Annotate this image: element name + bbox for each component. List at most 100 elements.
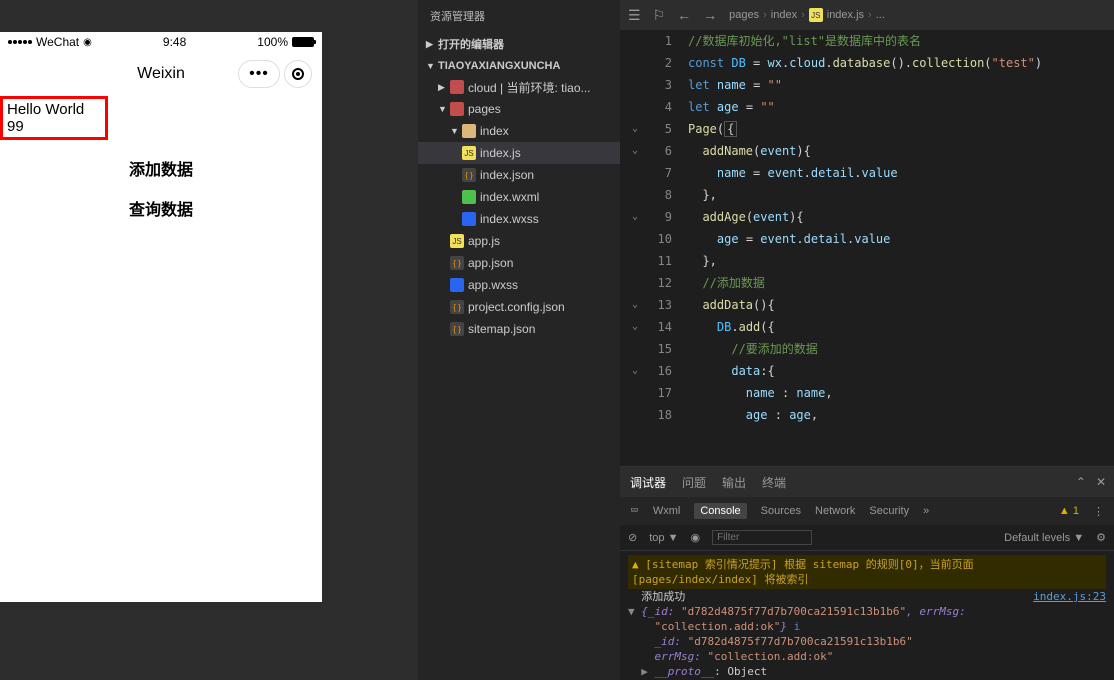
live-expression-icon[interactable]: ◉ — [690, 531, 700, 544]
tab-sources[interactable]: Sources — [761, 505, 801, 517]
code-line[interactable]: let age = "" — [680, 96, 1114, 118]
tab-problems[interactable]: 问题 — [682, 474, 706, 491]
wxss-icon — [462, 212, 476, 226]
debug-tabs: 调试器 问题 输出 终端 ⌃ ✕ — [620, 467, 1114, 497]
filter-input[interactable] — [712, 530, 812, 545]
tab-debugger[interactable]: 调试器 — [630, 474, 666, 491]
tree-file-projectconfig[interactable]: { }project.config.json — [418, 296, 620, 318]
console-prop: errMsg: "collection.add:ok" — [628, 649, 1106, 664]
code-line[interactable]: age : age, — [680, 404, 1114, 426]
code-line[interactable]: addData(){ — [680, 294, 1114, 316]
project-section[interactable]: ▼TIAOYAXIANGXUNCHA — [418, 56, 620, 76]
code-line[interactable]: //数据库初始化,"list"是数据库中的表名 — [680, 30, 1114, 52]
menu-icon[interactable]: ⋮ — [1093, 505, 1104, 518]
tree-folder-index[interactable]: ▼index — [418, 120, 620, 142]
tab-wxml[interactable]: Wxml — [653, 505, 681, 517]
nav-bar: Weixin ••• — [0, 52, 322, 96]
phone-frame: WeChat ◉ 9:48 100% Weixin ••• Hello Worl — [0, 32, 322, 602]
log-levels-selector[interactable]: Default levels ▼ — [1004, 532, 1084, 544]
editor-toolbar: ☰ ⚐ ← → pages› index› JS index.js› ... — [620, 0, 1114, 30]
code-line[interactable]: }, — [680, 250, 1114, 272]
js-icon: JS — [450, 234, 464, 248]
console-proto[interactable]: ▶ __proto__: Object — [628, 664, 1106, 679]
code-line[interactable]: DB.add({ — [680, 316, 1114, 338]
code-line[interactable]: name : name, — [680, 382, 1114, 404]
more-button[interactable]: ••• — [238, 60, 280, 88]
code-line[interactable]: age = event.detail.value — [680, 228, 1114, 250]
close-miniprogram-button[interactable] — [284, 60, 312, 88]
js-icon: JS — [462, 146, 476, 160]
devtools-tabs: ⮹ Wxml Console Sources Network Security … — [620, 497, 1114, 525]
tree-folder-pages[interactable]: ▼pages — [418, 98, 620, 120]
add-data-button[interactable]: 添加数据 — [86, 152, 236, 184]
js-icon: JS — [809, 8, 823, 22]
source-link[interactable]: index.js:23 — [1033, 589, 1106, 604]
back-icon[interactable]: ← — [677, 7, 691, 23]
tree-folder-cloud[interactable]: ▶cloud | 当前环境: tiao... — [418, 76, 620, 98]
status-bar: WeChat ◉ 9:48 100% — [0, 32, 322, 52]
code-line[interactable]: }, — [680, 184, 1114, 206]
time-label: 9:48 — [163, 35, 186, 49]
code-line[interactable]: Page({ — [680, 118, 1114, 140]
highlight-box: Hello World 99 — [0, 96, 108, 140]
folder-icon — [450, 80, 464, 94]
warning-badge[interactable]: ▲ 1 — [1059, 505, 1079, 517]
clear-console-icon[interactable]: ⊘ — [628, 531, 637, 544]
code-line[interactable]: //要添加的数据 — [680, 338, 1114, 360]
query-data-button[interactable]: 查询数据 — [86, 192, 236, 224]
breadcrumb[interactable]: pages› index› JS index.js› ... — [729, 8, 885, 22]
forward-icon[interactable]: → — [703, 7, 717, 23]
json-icon: { } — [450, 300, 464, 314]
battery-icon — [292, 37, 314, 47]
tree-file-appjs[interactable]: JSapp.js — [418, 230, 620, 252]
console-log: 添加成功index.js:23 — [628, 589, 1106, 604]
context-selector[interactable]: top ▼ — [649, 532, 678, 544]
console-output[interactable]: ▲ [sitemap 索引情况提示] 根据 sitemap 的规则[0]，当前页… — [620, 551, 1114, 680]
tree-file-indexwxss[interactable]: index.wxss — [418, 208, 620, 230]
nav-title: Weixin — [137, 65, 185, 83]
hello-text: Hello World — [7, 101, 101, 118]
code-line[interactable]: addName(event){ — [680, 140, 1114, 162]
simulator-panel: WeChat ◉ 9:48 100% Weixin ••• Hello Worl — [0, 0, 418, 680]
code-line[interactable]: const DB = wx.cloud.database().collectio… — [680, 52, 1114, 74]
editor-panel: ☰ ⚐ ← → pages› index› JS index.js› ... ⌄… — [620, 0, 1114, 680]
tab-network[interactable]: Network — [815, 505, 855, 517]
code-line[interactable]: //添加数据 — [680, 272, 1114, 294]
tab-terminal[interactable]: 终端 — [762, 474, 786, 491]
signal-icon — [8, 40, 32, 44]
inspect-icon[interactable]: ⮹ — [630, 505, 639, 518]
tab-output[interactable]: 输出 — [722, 474, 746, 491]
target-icon — [292, 68, 304, 80]
tree-file-appjson[interactable]: { }app.json — [418, 252, 620, 274]
code-editor[interactable]: ⌄⌄⌄⌄⌄⌄ 123456789101112131415161718 //数据库… — [620, 30, 1114, 466]
tree-file-sitemap[interactable]: { }sitemap.json — [418, 318, 620, 340]
tree-file-indexjs[interactable]: JSindex.js — [418, 142, 620, 164]
open-editors-section[interactable]: ▶打开的编辑器 — [418, 32, 620, 56]
tree-file-indexwxml[interactable]: index.wxml — [418, 186, 620, 208]
carrier-label: WeChat — [36, 35, 79, 49]
code-line[interactable]: let name = "" — [680, 74, 1114, 96]
folder-icon — [462, 124, 476, 138]
tab-console[interactable]: Console — [694, 503, 746, 519]
code-line[interactable]: data:{ — [680, 360, 1114, 382]
wxml-icon — [462, 190, 476, 204]
chevron-up-icon[interactable]: ⌃ — [1076, 475, 1086, 489]
bookmark-icon[interactable]: ⚐ — [653, 7, 666, 24]
wifi-icon: ◉ — [83, 37, 92, 48]
code-line[interactable]: name = event.detail.value — [680, 162, 1114, 184]
console-warning: ▲ [sitemap 索引情况提示] 根据 sitemap 的规则[0]，当前页… — [628, 555, 1106, 589]
menu-icon[interactable]: ☰ — [628, 7, 641, 24]
console-toolbar: ⊘ top ▼ ◉ Default levels ▼ ⚙ — [620, 525, 1114, 551]
battery-percent: 100% — [257, 35, 288, 49]
tab-security[interactable]: Security — [869, 505, 909, 517]
num-text: 99 — [7, 118, 101, 135]
console-object[interactable]: ▼ {_id: "d782d4875f77d7b700ca21591c13b1b… — [628, 604, 1106, 634]
console-prop: _id: "d782d4875f77d7b700ca21591c13b1b6" — [628, 634, 1106, 649]
debugger-panel: 调试器 问题 输出 终端 ⌃ ✕ ⮹ Wxml Console Sources … — [620, 466, 1114, 680]
tree-file-appwxss[interactable]: app.wxss — [418, 274, 620, 296]
settings-icon[interactable]: ⚙ — [1096, 531, 1106, 544]
code-line[interactable]: addAge(event){ — [680, 206, 1114, 228]
tree-file-indexjson[interactable]: { }index.json — [418, 164, 620, 186]
more-tabs-icon[interactable]: » — [923, 505, 929, 517]
close-icon[interactable]: ✕ — [1096, 475, 1106, 489]
